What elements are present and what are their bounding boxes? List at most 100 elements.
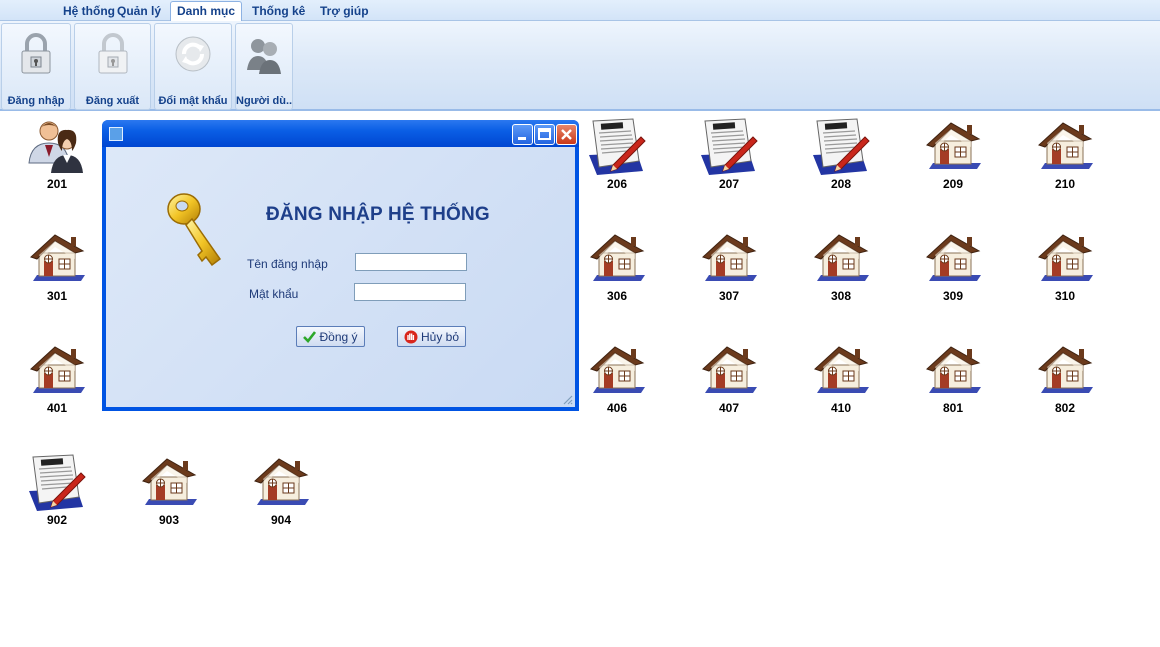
room-number: 310: [1054, 289, 1076, 303]
username-label: Tên đăng nhập: [247, 257, 328, 271]
document-pen-icon: [699, 117, 759, 175]
house-icon: [27, 341, 87, 399]
house-icon: [587, 229, 647, 287]
stop-hand-icon: [404, 330, 418, 343]
house-icon: [251, 453, 311, 511]
tab-quan-ly[interactable]: Quản lý: [111, 2, 167, 21]
room-number: 407: [718, 401, 740, 415]
users-button[interactable]: Người dù...: [235, 23, 293, 110]
change-password-button[interactable]: Đổi mật khẩu: [154, 23, 232, 110]
close-button[interactable]: [556, 124, 577, 145]
room-number: 902: [46, 513, 68, 527]
minimize-button[interactable]: [512, 124, 533, 145]
room-801[interactable]: 801: [911, 341, 991, 421]
document-pen-icon: [811, 117, 871, 175]
refresh-icon: [175, 36, 211, 72]
house-icon: [587, 341, 647, 399]
room-number: 307: [718, 289, 740, 303]
document-pen-icon: [27, 453, 87, 511]
logout-label: Đăng xuất: [85, 95, 140, 107]
room-number: 306: [606, 289, 628, 303]
room-number: 208: [830, 177, 852, 191]
users-icon: [27, 117, 87, 175]
room-309[interactable]: 309: [911, 229, 991, 309]
room-306[interactable]: 306: [575, 229, 655, 309]
ok-button[interactable]: Đồng ý: [296, 326, 365, 347]
room-904[interactable]: 904: [239, 453, 319, 533]
room-number: 406: [606, 401, 628, 415]
checkmark-icon: [303, 331, 317, 343]
dialog-body: ĐĂNG NHẬP HỆ THỐNG Tên đăng nhập Mật khẩ…: [106, 147, 575, 407]
house-icon: [139, 453, 199, 511]
room-903[interactable]: 903: [127, 453, 207, 533]
cancel-button[interactable]: Hủy bỏ: [397, 326, 466, 347]
room-201[interactable]: 201: [15, 117, 95, 197]
room-number: 308: [830, 289, 852, 303]
room-number: 210: [1054, 177, 1076, 191]
room-802[interactable]: 802: [1023, 341, 1103, 421]
users-icon: [247, 39, 281, 74]
tab-tro-giup[interactable]: Trợ giúp: [314, 2, 375, 21]
room-310[interactable]: 310: [1023, 229, 1103, 309]
minimize-icon: [518, 137, 526, 140]
room-308[interactable]: 308: [799, 229, 879, 309]
room-207[interactable]: 207: [687, 117, 767, 197]
room-number: 201: [46, 177, 68, 191]
house-icon: [923, 341, 983, 399]
room-401[interactable]: 401: [15, 341, 95, 421]
room-210[interactable]: 210: [1023, 117, 1103, 197]
maximize-button[interactable]: [534, 124, 555, 145]
padlock-icon: [21, 33, 51, 74]
room-number: 301: [46, 289, 68, 303]
house-icon: [1035, 117, 1095, 175]
dialog-titlebar[interactable]: [102, 120, 579, 147]
room-301[interactable]: 301: [15, 229, 95, 309]
users-label: Người dù...: [236, 95, 292, 107]
room-number: 401: [46, 401, 68, 415]
login-dialog: ĐĂNG NHẬP HỆ THỐNG Tên đăng nhập Mật khẩ…: [102, 120, 579, 411]
login-label: Đăng nhập: [7, 95, 65, 107]
document-pen-icon: [587, 117, 647, 175]
padlock-icon: [98, 33, 127, 74]
room-209[interactable]: 209: [911, 117, 991, 197]
room-902[interactable]: 902: [15, 453, 95, 533]
tab-danh-muc[interactable]: Danh mục: [170, 1, 243, 22]
logout-button[interactable]: Đăng xuất: [74, 23, 151, 110]
room-206[interactable]: 206: [575, 117, 655, 197]
house-icon: [27, 229, 87, 287]
room-number: 206: [606, 177, 628, 191]
room-number: 802: [1054, 401, 1076, 415]
ribbon-tab-bar: Hệ thống Quản lý Danh mục Thống kê Trợ g…: [0, 0, 1160, 22]
tab-thong-ke[interactable]: Thống kê: [246, 2, 311, 21]
room-number: 903: [158, 513, 180, 527]
resize-grip-icon[interactable]: [561, 393, 573, 405]
password-input[interactable]: [354, 283, 466, 301]
room-number: 904: [270, 513, 292, 527]
room-208[interactable]: 208: [799, 117, 879, 197]
house-icon: [699, 229, 759, 287]
key-icon: [167, 193, 222, 267]
room-406[interactable]: 406: [575, 341, 655, 421]
house-icon: [699, 341, 759, 399]
house-icon: [811, 341, 871, 399]
room-number: 209: [942, 177, 964, 191]
house-icon: [1035, 229, 1095, 287]
password-label: Mật khẩu: [249, 287, 299, 301]
login-button[interactable]: Đăng nhập: [1, 23, 71, 110]
room-number: 309: [942, 289, 964, 303]
house-icon: [923, 229, 983, 287]
close-icon: [561, 129, 572, 140]
room-number: 410: [830, 401, 852, 415]
room-410[interactable]: 410: [799, 341, 879, 421]
room-307[interactable]: 307: [687, 229, 767, 309]
ribbon-panel: Đăng nhập Đăng xuất Đổi mật khẩu Người d…: [0, 21, 1160, 111]
room-number: 207: [718, 177, 740, 191]
room-number: 801: [942, 401, 964, 415]
username-input[interactable]: [355, 253, 467, 271]
dialog-heading: ĐĂNG NHẬP HỆ THỐNG: [266, 204, 490, 225]
change-password-label: Đổi mật khẩu: [158, 95, 228, 107]
ok-label: Đồng ý: [319, 329, 358, 344]
room-407[interactable]: 407: [687, 341, 767, 421]
house-icon: [923, 117, 983, 175]
maximize-icon: [538, 128, 551, 140]
